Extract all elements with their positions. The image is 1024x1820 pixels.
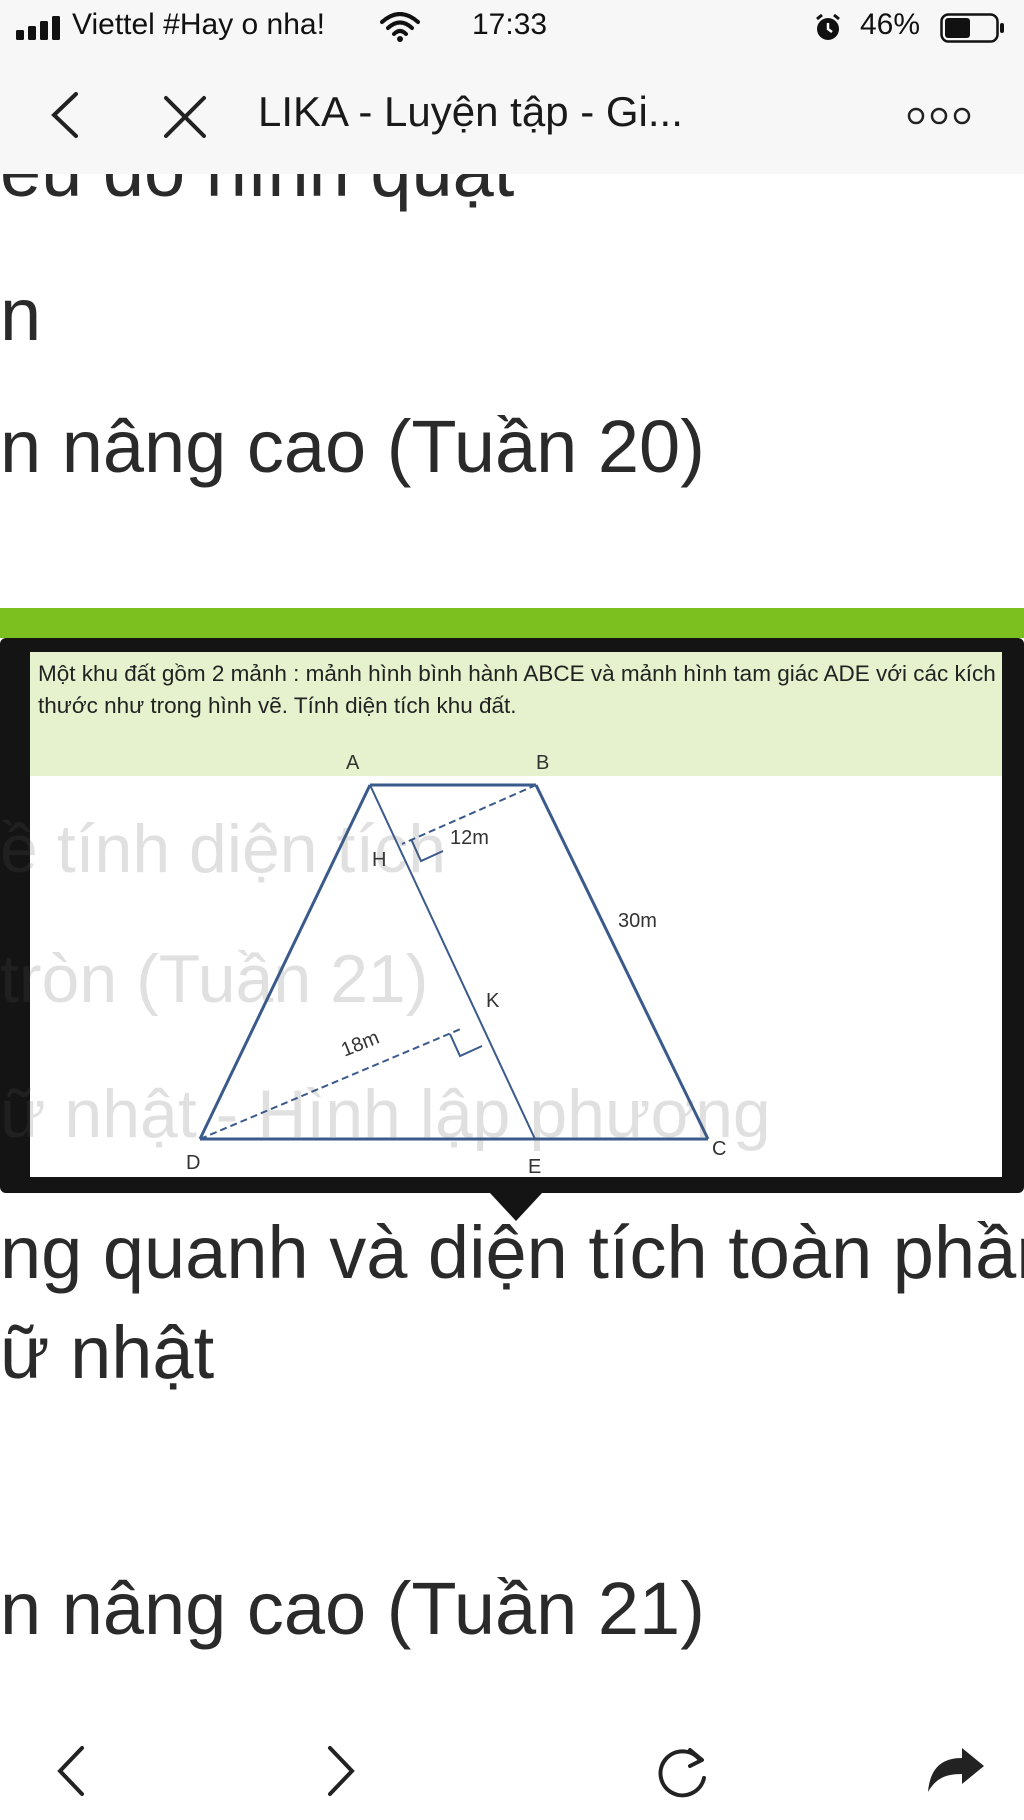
list-item[interactable]: n [0,272,41,357]
carrier-name: Viettel #Hay o nha! [72,8,325,41]
point-label-a: A [346,752,360,774]
status-bar: Viettel #Hay o nha! 17:33 46% [0,0,1024,56]
faded-list-item: ữ nhật - Hình lập phương [0,1076,771,1152]
back-icon[interactable] [48,90,80,140]
reload-icon[interactable] [654,1744,712,1802]
alarm-icon [816,14,840,40]
more-icon[interactable] [906,106,972,126]
right-angle-k [449,1033,483,1058]
measure-label-18m: 18m [338,1027,382,1062]
battery-icon [940,13,1004,43]
list-item[interactable]: n nâng cao (Tuần 21) [0,1566,705,1651]
list-item[interactable]: ng quanh và diện tích toàn phần [0,1210,1024,1295]
status-time: 17:33 [472,8,548,41]
browser-bottom-bar [0,1700,1024,1820]
forward-arrow-icon[interactable] [326,1744,358,1798]
measure-label-30m: 30m [618,910,657,932]
measure-label-12m: 12m [450,827,489,849]
point-label-b: B [536,752,549,774]
faded-list-item: tròn (Tuần 21) [0,941,429,1017]
signal-icon [16,16,60,40]
browser-nav-bar: LIKA - Luyện tập - Gi... [0,56,1024,174]
faded-list-item: ề tính diện tích [0,811,447,887]
close-icon[interactable] [162,94,208,140]
battery-percent: 46% [860,8,921,41]
point-label-k: K [486,990,500,1012]
wifi-icon [380,12,420,42]
point-label-d: D [186,1152,200,1174]
point-label-e: E [528,1156,541,1177]
list-item[interactable]: ữ nhật [0,1310,214,1395]
list-item[interactable]: n nâng cao (Tuần 20) [0,404,705,489]
page-title: LIKA - Luyện tập - Gi... [258,88,683,135]
back-arrow-icon[interactable] [54,1744,86,1798]
green-band [0,608,1024,638]
share-icon[interactable] [926,1746,986,1796]
